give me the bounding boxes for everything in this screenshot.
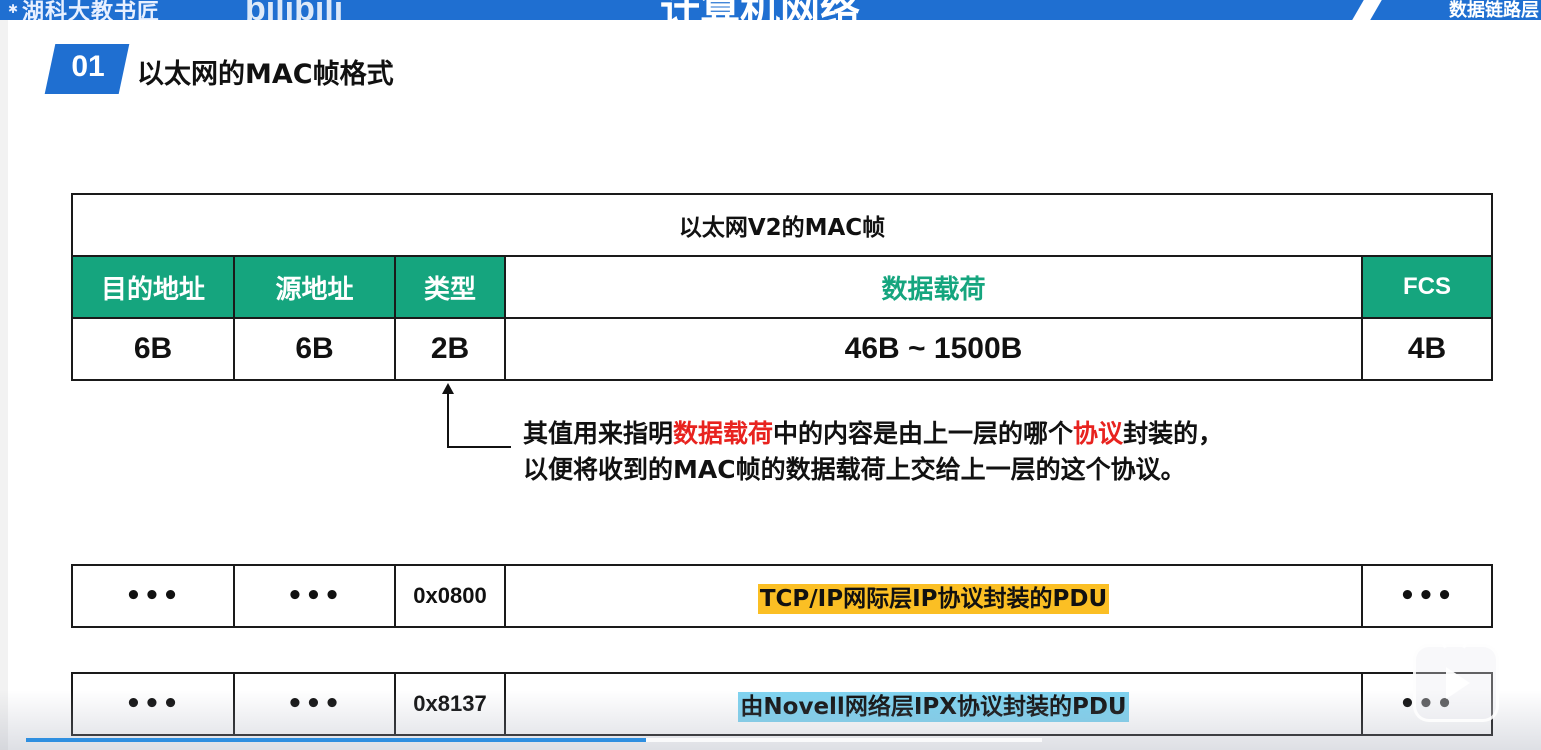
example-ip-payload: TCP/IP网际层IP协议封装的PDU bbox=[504, 564, 1363, 628]
banner-divider bbox=[1352, 0, 1382, 20]
example-ipx-type: 0x8137 bbox=[394, 672, 506, 736]
mac-frame-table: 以太网V2的MAC帧 目的地址 源地址 类型 数据载荷 FCS 6B 6B 2B… bbox=[70, 193, 1494, 381]
chapter-label: 数据链路层 bbox=[1409, 0, 1541, 20]
annotation-line-1: 其值用来指明数据载荷中的内容是由上一层的哪个协议封装的， bbox=[523, 419, 1224, 448]
frame-caption: 以太网V2的MAC帧 bbox=[70, 193, 1494, 257]
size-source-address: 6B bbox=[233, 317, 396, 381]
size-fcs: 4B bbox=[1360, 317, 1494, 381]
example-ip-fcs: ••• bbox=[1361, 564, 1493, 628]
top-banner: ✱ 湖科大教书匠 bilibili 计算机网络 数据链路层 bbox=[0, 0, 1541, 20]
course-title: 计算机网络 bbox=[660, 0, 860, 20]
example-ip-payload-text: TCP/IP网际层IP协议封装的PDU bbox=[757, 584, 1110, 614]
channel-watermark: 湖科大教书匠 bbox=[22, 0, 161, 20]
header-fcs: FCS bbox=[1360, 255, 1494, 319]
progress-bar-fill bbox=[26, 738, 646, 742]
star-icon: ✱ bbox=[8, 2, 19, 16]
example-ip-type: 0x0800 bbox=[394, 564, 506, 628]
example-ip-source: ••• bbox=[233, 564, 396, 628]
section-number: 01 bbox=[71, 50, 105, 83]
annotation-highlight-protocol: 协议 bbox=[1073, 419, 1124, 448]
bilibili-logo: bilibili bbox=[245, 0, 344, 20]
annotation-connector-vertical bbox=[447, 390, 449, 448]
section-title: 以太网的MAC帧格式 bbox=[137, 59, 394, 90]
play-icon bbox=[1446, 667, 1470, 699]
annotation-line-2: 以便将收到的MAC帧的数据载荷上交给上一层的这个协议。 bbox=[523, 455, 1186, 484]
example-ipx-payload-text: 由Novell网络层IPX协议封装的PDU bbox=[738, 692, 1129, 722]
size-payload: 46B ~ 1500B bbox=[504, 317, 1363, 381]
example-ipx-payload: 由Novell网络层IPX协议封装的PDU bbox=[504, 672, 1363, 736]
header-type: 类型 bbox=[394, 255, 506, 319]
example-row-ip: ••• ••• 0x0800 TCP/IP网际层IP协议封装的PDU ••• bbox=[71, 564, 1493, 628]
example-row-ipx: ••• ••• 0x8137 由Novell网络层IPX协议封装的PDU ••• bbox=[71, 672, 1493, 736]
example-ipx-source: ••• bbox=[233, 672, 396, 736]
size-destination-address: 6B bbox=[71, 317, 235, 381]
example-ipx-destination: ••• bbox=[71, 672, 235, 736]
header-destination-address: 目的地址 bbox=[71, 255, 235, 319]
annotation-highlight-payload: 数据载荷 bbox=[673, 419, 774, 448]
size-type: 2B bbox=[394, 317, 506, 381]
annotation-connector-horizontal bbox=[447, 446, 511, 448]
header-source-address: 源地址 bbox=[233, 255, 396, 319]
header-payload: 数据载荷 bbox=[504, 255, 1363, 319]
play-button[interactable] bbox=[1413, 633, 1499, 722]
example-ip-destination: ••• bbox=[71, 564, 235, 628]
left-strip bbox=[0, 20, 8, 750]
